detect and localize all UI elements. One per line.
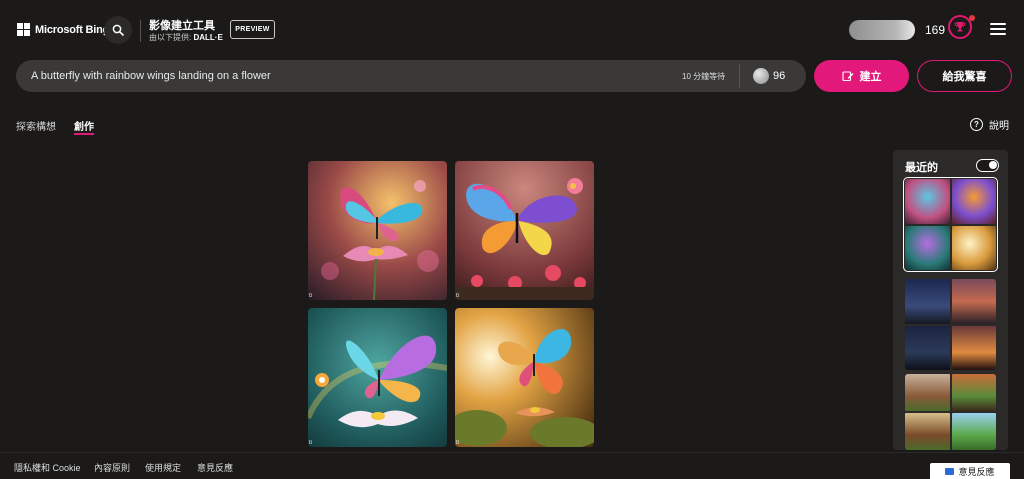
help-link[interactable]: ? 說明 xyxy=(970,117,1009,132)
bing-watermark: b xyxy=(309,293,313,299)
bing-watermark: b xyxy=(309,440,313,446)
recent-title: 最近的 xyxy=(905,162,938,174)
tab-creations[interactable]: 創作 xyxy=(74,118,94,133)
boost-coin-icon xyxy=(753,68,769,84)
create-edit-icon xyxy=(841,71,853,82)
recent-toggle[interactable] xyxy=(976,159,999,172)
help-label: 說明 xyxy=(989,121,1009,132)
active-tab-indicator xyxy=(74,133,94,135)
footer-link-content-policy[interactable]: 內容原則 xyxy=(94,461,130,474)
search-icon xyxy=(112,24,124,36)
recent-item-butterflies[interactable] xyxy=(903,177,998,272)
bing-watermark: b xyxy=(456,293,460,299)
search-button[interactable] xyxy=(104,16,132,44)
provider-name: DALL·E xyxy=(193,33,223,42)
create-button[interactable]: 建立 xyxy=(814,60,909,92)
recent-panel: 最近的 xyxy=(893,150,1008,450)
footer: 隱私權和 Cookie 內容原則 使用規定 意見反應 意見反應 xyxy=(0,452,1024,479)
user-account-name[interactable] xyxy=(849,20,915,40)
footer-link-terms[interactable]: 使用規定 xyxy=(145,461,181,474)
provided-by-label: 由以下提供: xyxy=(149,33,192,42)
feedback-button[interactable]: 意見反應 xyxy=(930,463,1010,479)
wait-time-label: 10 分鐘等待 xyxy=(682,72,726,81)
trophy-icon xyxy=(954,22,966,32)
notification-dot xyxy=(969,15,975,21)
footer-link-feedback[interactable]: 意見反應 xyxy=(197,461,233,474)
bing-watermark: b xyxy=(456,440,460,446)
brand-name: Microsoft Bing xyxy=(35,23,110,36)
boost-count: 96 xyxy=(773,70,786,82)
header-divider xyxy=(140,20,141,42)
recent-item-night-scenes[interactable] xyxy=(905,279,996,370)
help-icon: ? xyxy=(970,118,983,131)
generated-image-1[interactable]: b xyxy=(308,161,447,300)
feedback-button-label: 意見反應 xyxy=(958,467,995,477)
bing-logo[interactable]: Microsoft Bing xyxy=(17,23,109,36)
footer-link-privacy[interactable]: 隱私權和 Cookie xyxy=(14,461,81,474)
microsoft-logo-icon xyxy=(17,23,30,36)
rewards-points[interactable]: 169 xyxy=(925,23,945,37)
prompt-input[interactable]: A butterfly with rainbow wings landing o… xyxy=(31,70,271,82)
feedback-icon xyxy=(945,468,955,475)
recent-item-cottages[interactable] xyxy=(905,374,996,450)
generated-image-2[interactable]: b xyxy=(455,161,594,300)
app-title: 影像建立工具 xyxy=(149,20,215,32)
hamburger-icon xyxy=(990,23,1006,25)
create-button-label: 建立 xyxy=(859,71,882,83)
top-bar: Microsoft Bing 影像建立工具 由以下提供: DALL·E PREV… xyxy=(0,0,1024,58)
generated-image-4[interactable]: b xyxy=(455,308,594,447)
tab-explore-ideas[interactable]: 探索構想 xyxy=(16,118,56,133)
surprise-me-button[interactable]: 給我驚喜 xyxy=(917,60,1012,92)
prompt-divider xyxy=(739,64,740,88)
prompt-input-bar[interactable]: A butterfly with rainbow wings landing o… xyxy=(16,60,806,92)
preview-badge: PREVIEW xyxy=(230,20,275,39)
provider-line: 由以下提供: DALL·E xyxy=(149,32,223,43)
generated-image-3[interactable]: b xyxy=(308,308,447,447)
menu-button[interactable] xyxy=(990,23,1006,35)
